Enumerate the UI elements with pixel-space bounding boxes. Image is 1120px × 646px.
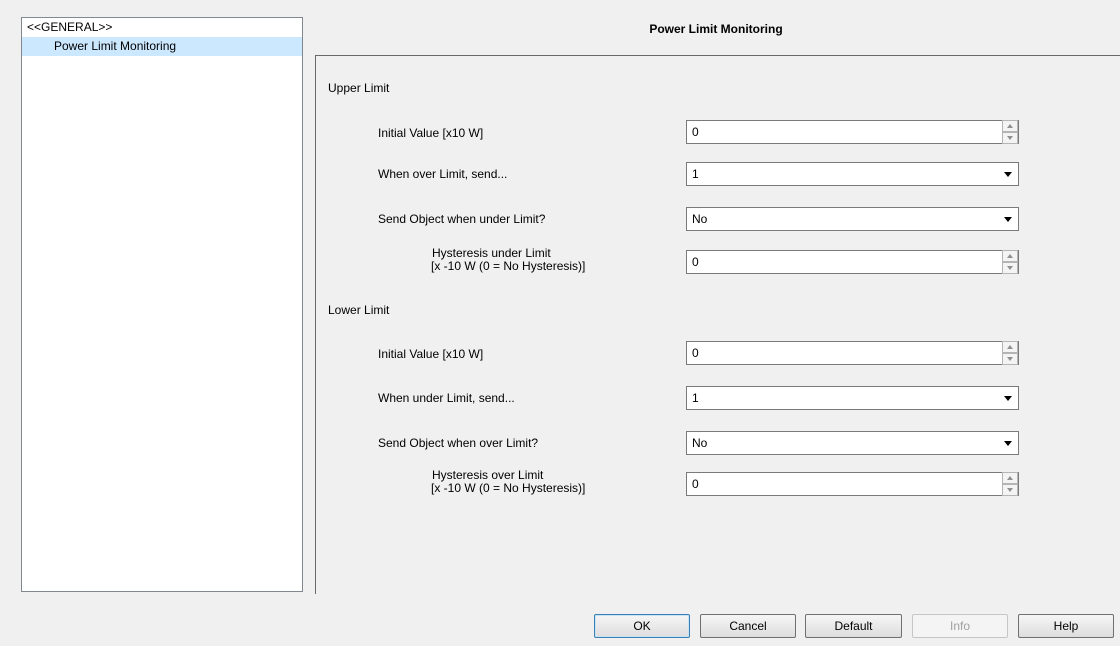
parameter-tree: <<GENERAL>> Power Limit Monitoring [21,17,303,592]
lower-send-object-value: No [692,436,708,450]
spin-up-icon[interactable] [1002,341,1018,353]
lower-send-label: When under Limit, send... [378,391,515,405]
chevron-down-icon [1004,172,1012,177]
spin-down-icon[interactable] [1002,353,1018,365]
default-button[interactable]: Default [805,614,902,638]
spin-down-icon[interactable] [1002,132,1018,144]
chevron-down-icon [1004,396,1012,401]
upper-initial-value-label: Initial Value [x10 W] [378,126,484,140]
lower-hysteresis-label: Hysteresis over Limit [x -10 W (0 = No H… [431,469,585,495]
upper-hysteresis-input[interactable]: 0 [686,250,1019,274]
upper-send-object-value: No [692,212,708,226]
upper-initial-value-spinner[interactable] [1002,120,1018,144]
upper-send-object-select[interactable]: No [686,207,1019,231]
lower-initial-value-label: Initial Value [x10 W] [378,347,484,361]
tree-item-general[interactable]: <<GENERAL>> [22,18,302,37]
lower-initial-value-spinner[interactable] [1002,341,1018,365]
section-upper-limit: Upper Limit [328,81,390,95]
lower-hysteresis-spinner[interactable] [1002,472,1018,496]
spin-up-icon[interactable] [1002,472,1018,484]
cancel-button[interactable]: Cancel [700,614,796,638]
lower-hysteresis-label-line2: [x -10 W (0 = No Hysteresis)] [431,481,586,495]
upper-hysteresis-spinner[interactable] [1002,250,1018,274]
spin-up-icon[interactable] [1002,120,1018,132]
lower-send-value: 1 [692,391,699,405]
upper-hysteresis-label: Hysteresis under Limit [x -10 W (0 = No … [431,247,585,273]
upper-send-value: 1 [692,167,699,181]
upper-initial-value-input[interactable]: 0 [686,120,1019,144]
lower-initial-value-input[interactable]: 0 [686,341,1019,365]
lower-send-object-label: Send Object when over Limit? [378,436,539,450]
upper-send-select[interactable]: 1 [686,162,1019,186]
upper-hysteresis-label-line2: [x -10 W (0 = No Hysteresis)] [431,259,586,273]
lower-hysteresis-input[interactable]: 0 [686,472,1019,496]
ok-button[interactable]: OK [594,614,690,638]
lower-send-object-select[interactable]: No [686,431,1019,455]
help-button[interactable]: Help [1018,614,1114,638]
tree-item-power-limit-monitoring[interactable]: Power Limit Monitoring [22,37,302,56]
parameter-panel: Upper Limit Initial Value [x10 W] 0 When… [315,55,1120,594]
chevron-down-icon [1004,441,1012,446]
info-button: Info [912,614,1008,638]
spin-down-icon[interactable] [1002,262,1018,274]
upper-send-label: When over Limit, send... [378,167,508,181]
spin-down-icon[interactable] [1002,484,1018,496]
section-lower-limit: Lower Limit [328,303,390,317]
spin-up-icon[interactable] [1002,250,1018,262]
upper-send-object-label: Send Object when under Limit? [378,212,546,226]
lower-send-select[interactable]: 1 [686,386,1019,410]
page-title: Power Limit Monitoring [649,22,783,36]
chevron-down-icon [1004,217,1012,222]
